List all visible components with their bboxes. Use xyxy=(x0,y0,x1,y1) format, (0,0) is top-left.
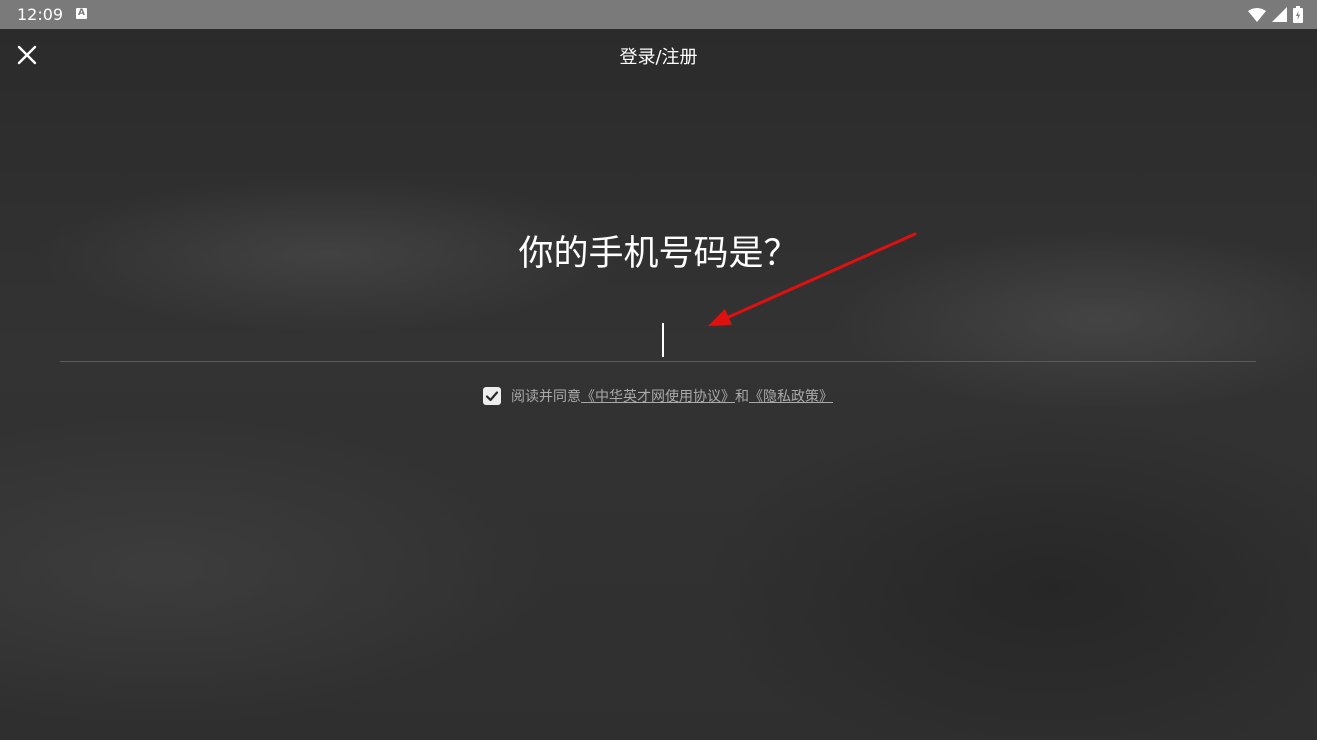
terms-link[interactable]: 《中华英才网使用协议》 xyxy=(581,386,735,406)
agreement-conjunction: 和 xyxy=(735,389,749,405)
status-time: 12:09 xyxy=(17,5,64,24)
text-caret xyxy=(662,323,664,357)
wifi-icon xyxy=(1248,7,1266,22)
page-title: 登录/注册 xyxy=(619,47,698,68)
a-box-icon: A xyxy=(76,8,87,19)
phone-question: 你的手机号码是？ xyxy=(518,234,799,274)
signal-icon xyxy=(1272,7,1287,22)
status-bar: 12:09 A xyxy=(0,0,1317,29)
agreement-row: 阅读并同意 《中华英才网使用协议》 和 《隐私政策》 xyxy=(483,386,833,406)
login-screen: 登录/注册 你的手机号码是？ 阅读并同意 《中华英才网使用协议》 和 《隐私政策… xyxy=(0,29,1317,740)
status-icons xyxy=(1248,6,1303,23)
checkmark-icon xyxy=(485,391,499,402)
battery-icon xyxy=(1293,6,1303,23)
agreement-prefix: 阅读并同意 xyxy=(511,389,581,405)
phone-number-input[interactable] xyxy=(60,314,1256,362)
privacy-policy-link[interactable]: 《隐私政策》 xyxy=(749,386,833,406)
agree-checkbox[interactable] xyxy=(483,387,501,405)
